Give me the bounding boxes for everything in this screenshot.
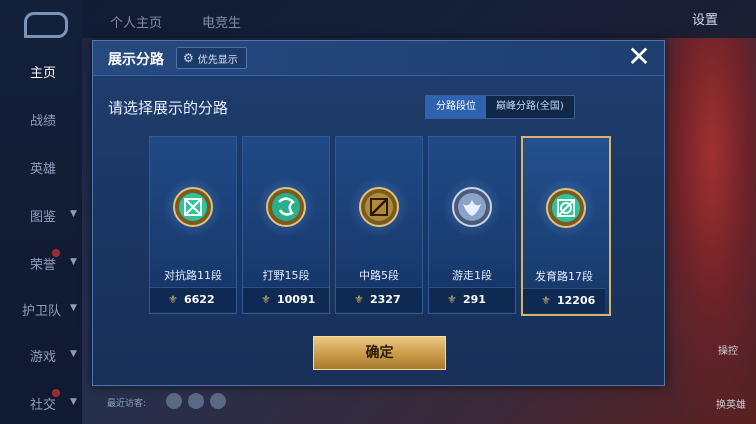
lane-card-roam[interactable]: 游走1段 ⚜ 291 xyxy=(428,136,516,314)
tab-esports[interactable]: 电竞生 xyxy=(202,12,241,31)
sidebar-item-label: 荣誉 xyxy=(30,258,57,273)
switch-hero-button[interactable]: 换英雄 xyxy=(716,396,746,411)
sidebar-item-label: 社交 xyxy=(30,398,57,413)
dialog-title: 展示分路 xyxy=(108,52,164,68)
jungle-emblem-icon xyxy=(266,187,306,227)
score-row: ⚜ 291 xyxy=(429,287,515,312)
dialog-header: 展示分路 ⚙ 优先显示 ✕ xyxy=(93,41,664,76)
visitor-avatar[interactable] xyxy=(210,393,226,409)
lane-card-farm[interactable]: 发育路17段 ⚜ 12206 xyxy=(521,136,611,316)
lane-rank-label: 发育路17段 xyxy=(535,270,593,283)
lane-rank-label: 对抗路11段 xyxy=(164,269,222,282)
lane-display-dialog: 展示分路 ⚙ 优先显示 ✕ 请选择展示的分路 分路段位 巅峰分路(全国) 对抗路… xyxy=(92,40,665,386)
chevron-down-icon: ▼ xyxy=(70,397,77,407)
lane-card-jungle[interactable]: 打野15段 ⚜ 10091 xyxy=(242,136,330,314)
chevron-down-icon: ▼ xyxy=(70,257,77,267)
score-row: ⚜ 10091 xyxy=(243,287,329,312)
select-lane-prompt: 请选择展示的分路 xyxy=(108,99,229,117)
gear-icon: ⚙ xyxy=(183,51,194,65)
sidebar-item-label: 护卫队 xyxy=(22,304,62,319)
score-value: 10091 xyxy=(277,293,316,306)
visitor-avatar[interactable] xyxy=(188,393,204,409)
chevron-down-icon: ▼ xyxy=(70,349,77,359)
score-icon: ⚜ xyxy=(354,293,364,306)
close-icon[interactable]: ✕ xyxy=(623,41,655,73)
sidebar-item-label: 图鉴 xyxy=(30,210,57,225)
lane-card-clash[interactable]: 对抗路11段 ⚜ 6622 xyxy=(149,136,237,314)
priority-display-button[interactable]: ⚙ 优先显示 xyxy=(176,47,247,69)
score-value: 2327 xyxy=(370,293,401,306)
settings-button[interactable]: 设置 xyxy=(692,9,718,28)
score-value: 291 xyxy=(463,293,486,306)
controls-button[interactable]: 操控 xyxy=(718,342,738,357)
score-row: ⚜ 6622 xyxy=(150,287,236,312)
roam-emblem-icon xyxy=(452,187,492,227)
clash-lane-emblem-icon xyxy=(173,187,213,227)
chevron-down-icon: ▼ xyxy=(70,209,77,219)
lane-card-mid[interactable]: 中路5段 ⚜ 2327 xyxy=(335,136,423,314)
score-icon: ⚜ xyxy=(447,293,457,306)
sidebar-item-label: 游戏 xyxy=(30,350,57,365)
rank-type-toggle: 分路段位 巅峰分路(全国) xyxy=(425,95,575,119)
back-logo-icon[interactable] xyxy=(24,12,68,38)
score-row: ⚜ 2327 xyxy=(336,287,422,312)
mid-lane-emblem-icon xyxy=(359,187,399,227)
tab-profile[interactable]: 个人主页 xyxy=(110,12,162,31)
lane-rank-label: 游走1段 xyxy=(452,269,492,282)
score-icon: ⚜ xyxy=(168,293,178,306)
tab-lane-rank[interactable]: 分路段位 xyxy=(426,96,486,118)
confirm-button[interactable]: 确定 xyxy=(313,336,446,370)
score-icon: ⚜ xyxy=(261,293,271,306)
recent-visitors-label: 最近访客: xyxy=(107,399,147,409)
lane-rank-label: 打野15段 xyxy=(262,269,310,282)
farm-lane-emblem-icon xyxy=(546,188,586,228)
lane-rank-label: 中路5段 xyxy=(359,269,399,282)
score-row: ⚜ 12206 xyxy=(523,288,605,313)
sidebar: 主页 战绩 英雄 图鉴 ▼ 荣誉 ▼ 护卫队 ▼ 游戏 ▼ 社交 ▼ xyxy=(0,0,82,424)
score-value: 6622 xyxy=(184,293,215,306)
sidebar-item-label: 主页 xyxy=(30,66,57,81)
tab-peak-lane[interactable]: 巅峰分路(全国) xyxy=(486,96,574,118)
visitor-avatar[interactable] xyxy=(166,393,182,409)
score-icon: ⚜ xyxy=(541,294,551,307)
sidebar-item-label: 英雄 xyxy=(30,162,57,177)
top-bar: 个人主页 电竞生 设置 xyxy=(82,0,756,38)
sidebar-item-label: 战绩 xyxy=(30,114,57,129)
chevron-down-icon: ▼ xyxy=(70,303,77,313)
priority-display-label: 优先显示 xyxy=(197,54,238,66)
score-value: 12206 xyxy=(557,294,596,307)
